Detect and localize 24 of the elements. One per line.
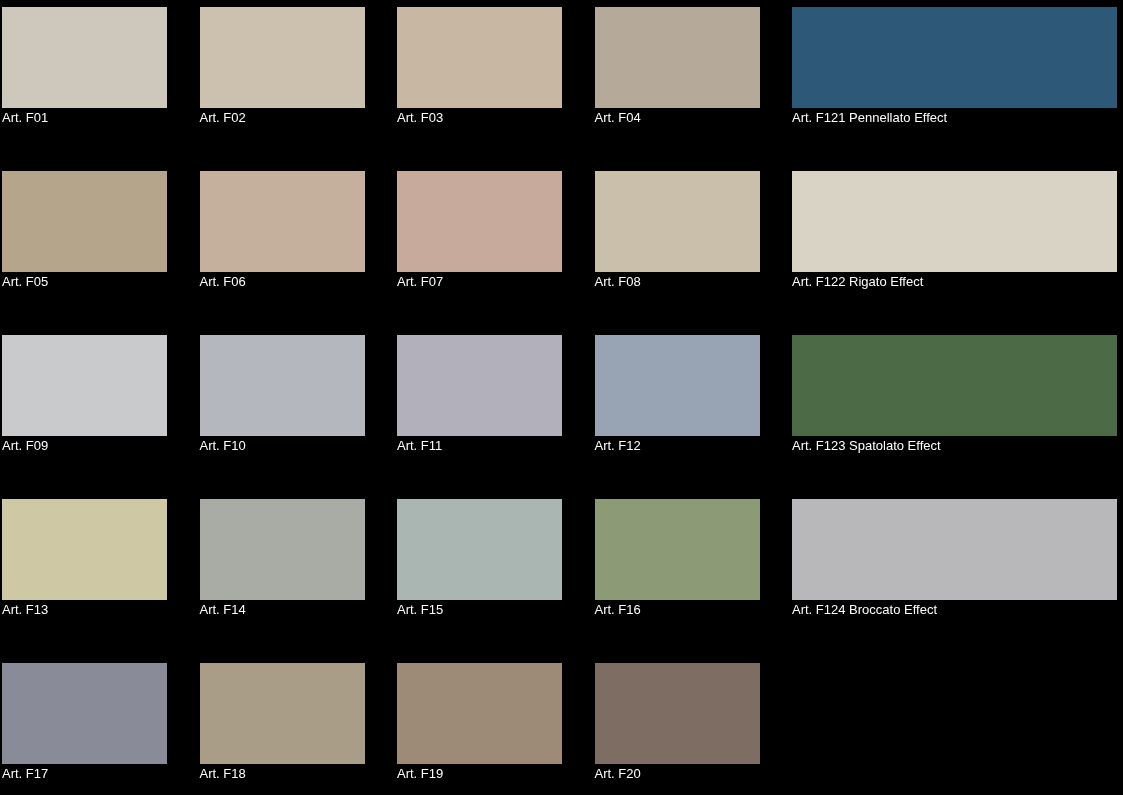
- swatch-label: Art. F122 Rigato Effect: [792, 274, 925, 290]
- swatch-label: Art. F18: [199, 766, 247, 782]
- swatch-label: Art. F09: [2, 438, 50, 454]
- swatch-label: Art. F13: [2, 602, 50, 618]
- swatch-label: Art. F124 Broccato Effect: [792, 602, 938, 618]
- swatch-label: Art. F08: [594, 274, 642, 290]
- swatch-label: Art. F02: [199, 110, 247, 126]
- swatch-label: Art. F10: [199, 438, 247, 454]
- swatch-label: Art. F01: [2, 110, 50, 126]
- swatch-label: Art. F123 Spatolato Effect: [792, 438, 942, 454]
- swatch-label: Art. F15: [397, 602, 445, 618]
- swatch-label: Art. F16: [594, 602, 642, 618]
- swatch-label: Art. F11: [397, 438, 444, 454]
- swatch-label: Art. F04: [594, 110, 642, 126]
- swatch-label: Art. F06: [199, 274, 247, 290]
- swatch-label: Art. F19: [397, 766, 445, 782]
- swatch-label: Art. F20: [594, 766, 642, 782]
- swatch-label: Art. F17: [2, 766, 50, 782]
- swatch-label: Art. F05: [2, 274, 50, 290]
- swatch-label: Art. F14: [199, 602, 247, 618]
- swatch-label: Art. F07: [397, 274, 445, 290]
- swatch-label: Art. F121 Pennellato Effect: [792, 110, 949, 126]
- swatch-label: Art. F12: [594, 438, 642, 454]
- swatch-label: Art. F03: [397, 110, 445, 126]
